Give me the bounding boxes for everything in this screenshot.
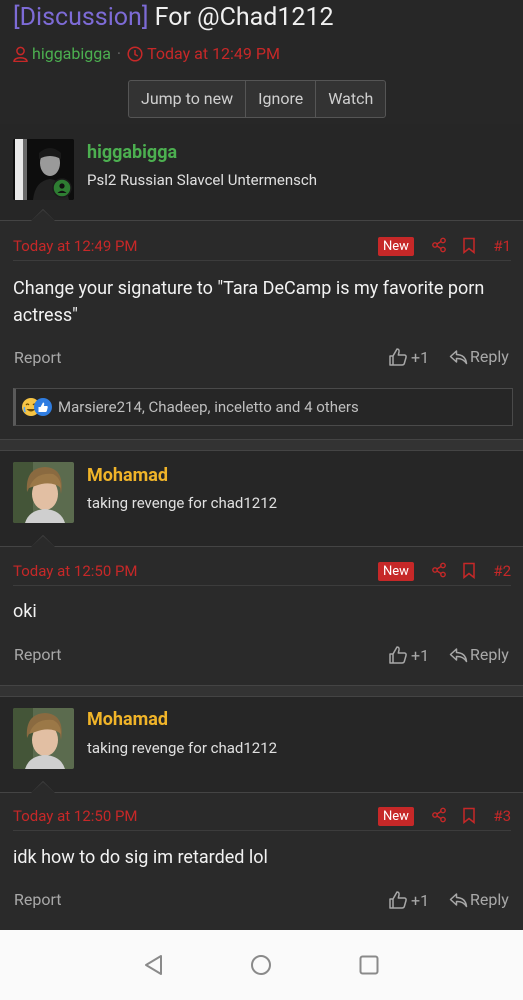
thread-action-buttons: Jump to new Ignore Watch — [128, 80, 387, 118]
reply-button[interactable]: Reply — [449, 645, 509, 664]
online-status-icon — [52, 178, 72, 198]
report-link[interactable]: Report — [14, 348, 62, 367]
ignore-button[interactable]: Ignore — [246, 81, 317, 117]
thread-prefix[interactable]: [Discussion] — [13, 3, 148, 32]
thumbs-up-icon — [389, 891, 407, 909]
post-number-link[interactable]: #3 — [493, 807, 511, 825]
post-author-title: taking revenge for chad1212 — [87, 494, 278, 512]
reply-icon — [449, 892, 468, 907]
post-author-name[interactable]: Mohamad — [87, 709, 168, 730]
post-1: higgabigga Psl2 Russian Slavcel Untermen… — [0, 124, 523, 440]
thread-title: [Discussion] For @Chad1212 — [13, 3, 334, 32]
reactions-users: Marsiere214, Chadeep, inceletto and 4 ot… — [58, 398, 359, 416]
meta-separator: · — [116, 44, 122, 63]
post-author-title: Psl2 Russian Slavcel Untermensch — [87, 171, 317, 189]
post-body: oki — [13, 601, 37, 622]
thumbs-up-icon — [389, 348, 407, 366]
reactions-bar[interactable]: Marsiere214, Chadeep, inceletto and 4 ot… — [13, 388, 513, 426]
like-label: +1 — [411, 890, 430, 910]
reply-label: Reply — [470, 645, 509, 664]
reply-button[interactable]: Reply — [449, 347, 509, 366]
avatar-image — [13, 708, 74, 769]
reply-button[interactable]: Reply — [449, 890, 509, 909]
post-time-link[interactable]: Today at 12:50 PM — [13, 807, 138, 825]
new-badge: New — [378, 807, 414, 826]
new-badge: New — [378, 237, 414, 256]
share-icon[interactable] — [431, 237, 447, 253]
reply-label: Reply — [470, 347, 509, 366]
avatar-image — [13, 462, 74, 523]
user-icon — [13, 46, 28, 62]
author-pointer-inner — [31, 210, 55, 221]
post-2: Mohamad taking revenge for chad1212 Toda… — [0, 451, 523, 687]
reply-icon — [449, 647, 468, 662]
home-circle-icon[interactable] — [250, 954, 272, 976]
author-pointer-inner — [31, 782, 55, 793]
post-time-link[interactable]: Today at 12:49 PM — [13, 237, 138, 255]
like-button[interactable]: +1 — [388, 347, 429, 367]
thread-meta: higgabigga · Today at 12:49 PM — [13, 44, 280, 63]
share-icon[interactable] — [431, 807, 447, 823]
post-author-block: Mohamad taking revenge for chad1212 — [0, 697, 523, 793]
thread-title-text: For @Chad1212 — [154, 3, 334, 32]
post-author-block: Mohamad taking revenge for chad1212 — [0, 451, 523, 547]
post-author-block: higgabigga Psl2 Russian Slavcel Untermen… — [0, 124, 523, 221]
share-icon[interactable] — [431, 562, 447, 578]
bookmark-icon[interactable] — [462, 237, 476, 254]
thread-starter-link[interactable]: higgabigga — [32, 44, 111, 63]
post-meta-bar: Today at 12:49 PM New #1 — [13, 234, 511, 261]
avatar[interactable] — [13, 708, 74, 769]
like-button[interactable]: +1 — [388, 890, 429, 910]
post-body: idk how to do sig im retarded lol — [13, 847, 268, 868]
avatar[interactable] — [13, 139, 74, 200]
back-triangle-icon[interactable] — [143, 954, 165, 976]
recents-square-icon[interactable] — [358, 954, 380, 976]
reaction-icons — [22, 398, 52, 416]
reply-icon — [449, 349, 468, 364]
post-number-link[interactable]: #1 — [493, 237, 511, 255]
like-label: +1 — [411, 347, 430, 367]
bookmark-icon[interactable] — [462, 807, 476, 824]
clock-icon — [127, 45, 143, 62]
thread-start-time[interactable]: Today at 12:49 PM — [147, 44, 280, 63]
report-link[interactable]: Report — [14, 890, 62, 909]
reply-label: Reply — [470, 890, 509, 909]
post-meta-bar: Today at 12:50 PM New #3 — [13, 804, 511, 831]
post-meta-bar: Today at 12:50 PM New #2 — [13, 559, 511, 586]
bookmark-icon[interactable] — [462, 562, 476, 579]
post-number-link[interactable]: #2 — [493, 562, 511, 580]
thread-header: [Discussion] For @Chad1212 higgabigga · … — [0, 0, 523, 124]
new-badge: New — [378, 562, 414, 581]
jump-to-new-button[interactable]: Jump to new — [129, 81, 247, 117]
post-body: Change your signature to "Tara DeCamp is… — [13, 278, 485, 326]
watch-button[interactable]: Watch — [316, 81, 385, 117]
like-label: +1 — [411, 645, 430, 665]
post-author-name[interactable]: higgabigga — [87, 142, 177, 163]
post-separator — [0, 439, 523, 451]
like-button[interactable]: +1 — [388, 645, 429, 665]
post-time-link[interactable]: Today at 12:50 PM — [13, 562, 138, 580]
thumbs-up-icon — [389, 646, 407, 664]
post-author-title: taking revenge for chad1212 — [87, 739, 278, 757]
author-pointer-inner — [31, 536, 55, 547]
post-author-name[interactable]: Mohamad — [87, 465, 168, 486]
system-navigation-bar — [0, 930, 523, 1000]
avatar[interactable] — [13, 462, 74, 523]
report-link[interactable]: Report — [14, 645, 62, 664]
post-separator — [0, 685, 523, 697]
post-3: Mohamad taking revenge for chad1212 Toda… — [0, 697, 523, 930]
